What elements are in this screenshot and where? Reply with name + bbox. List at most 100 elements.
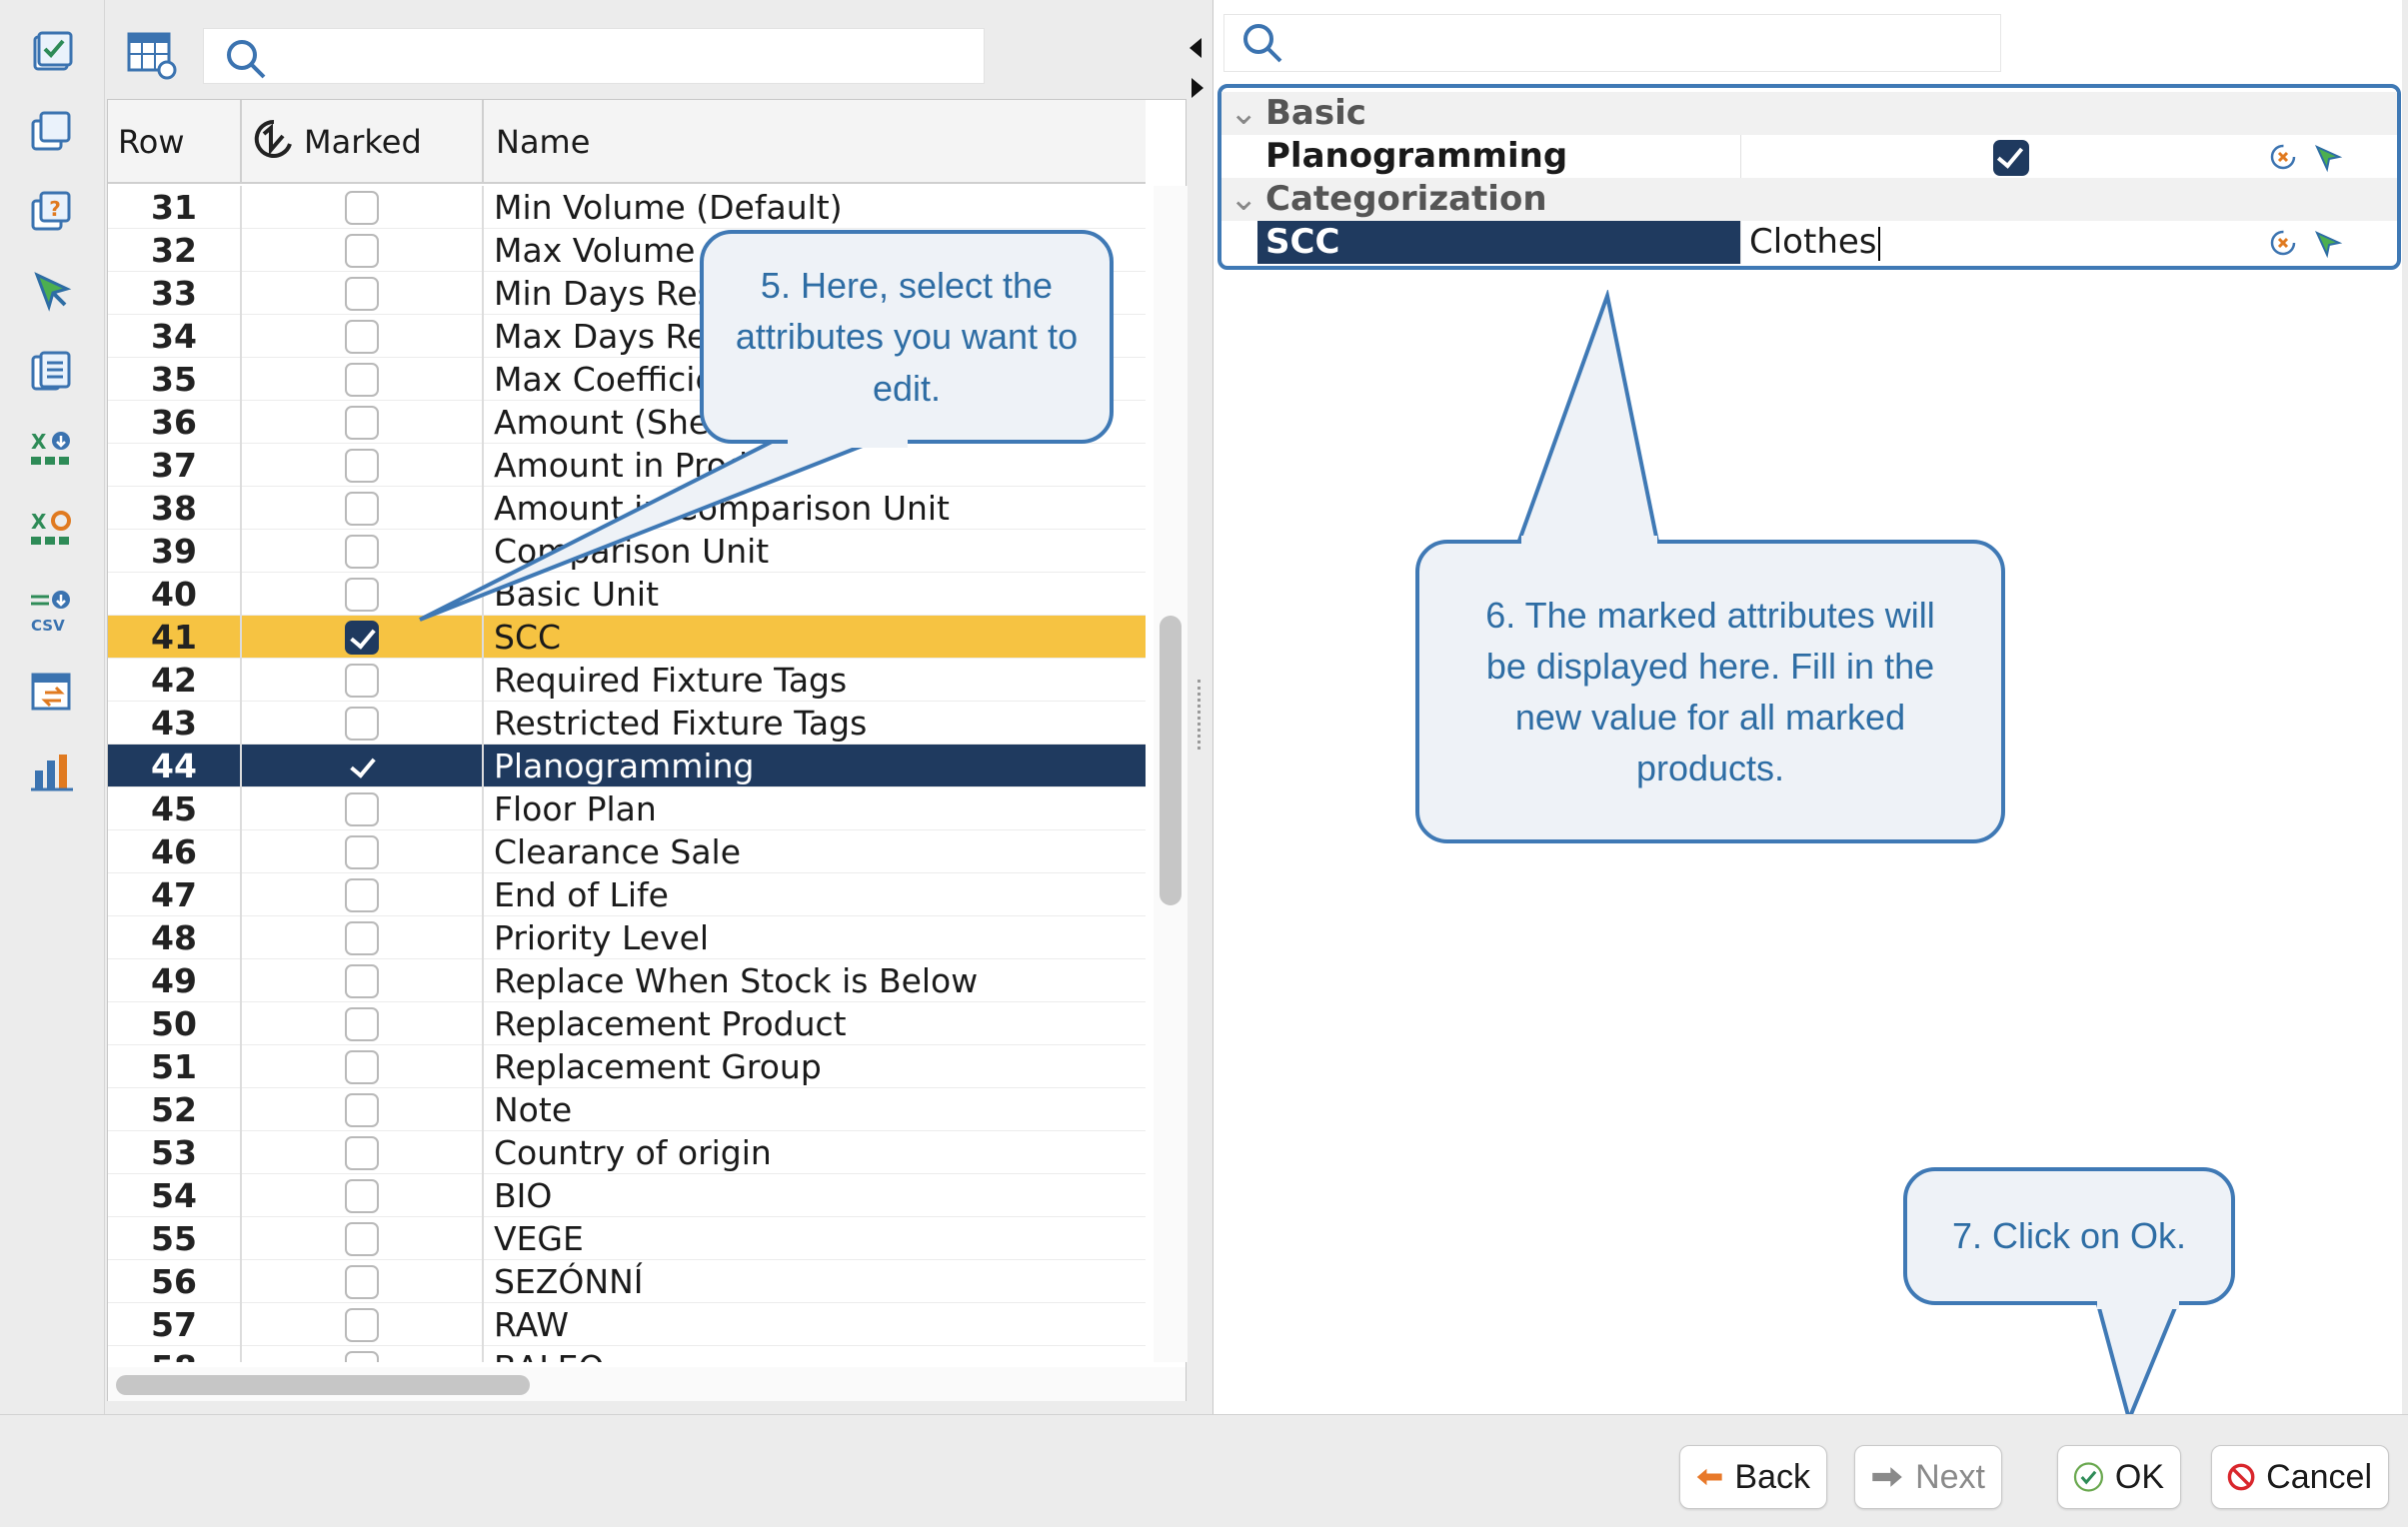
vertical-scrollbar[interactable] [1154, 186, 1188, 1362]
marked-checkbox[interactable] [345, 750, 379, 783]
marked-checkbox[interactable] [345, 578, 379, 612]
attribute-search-input[interactable] [203, 28, 985, 84]
bar-chart-icon[interactable] [22, 742, 82, 801]
table-row[interactable]: 45 Floor Plan [108, 787, 1146, 830]
marked-cell [242, 1260, 484, 1303]
table-row[interactable]: 31 Min Volume (Default) [108, 186, 1146, 229]
column-header-row[interactable]: Row [108, 100, 242, 184]
csv-import-icon[interactable]: CSV [22, 582, 82, 642]
dialog-button-bar: Back Next OK Cancel [0, 1414, 2408, 1527]
marked-checkbox[interactable] [345, 320, 379, 354]
group-header-categorization[interactable]: ⌄ Categorization [1221, 178, 2397, 221]
ok-button[interactable]: OK [2057, 1445, 2181, 1509]
property-row-scc[interactable]: SCC Clothes [1221, 221, 2397, 264]
group-header-basic[interactable]: ⌄ Basic [1221, 92, 2397, 135]
table-row[interactable]: 56 SEZÓNNÍ [108, 1260, 1146, 1303]
toggle-all-icon[interactable] [252, 116, 296, 168]
column-header-name[interactable]: Name [484, 100, 1146, 184]
marked-checkbox[interactable] [345, 535, 379, 569]
marked-checkbox[interactable] [345, 964, 379, 998]
table-row[interactable]: 54 BIO [108, 1174, 1146, 1217]
marked-cell [242, 1303, 484, 1346]
marked-checkbox[interactable] [345, 878, 379, 912]
marked-checkbox[interactable] [345, 449, 379, 483]
checklist-icon[interactable] [22, 22, 82, 82]
marked-checkbox[interactable] [345, 1093, 379, 1127]
chevron-down-icon[interactable]: ⌄ [1229, 178, 1258, 221]
reset-value-icon[interactable] [2267, 141, 2299, 173]
table-row[interactable]: 48 Priority Level [108, 916, 1146, 959]
excel-settings-icon[interactable]: X [22, 502, 82, 562]
chevron-down-icon[interactable]: ⌄ [1229, 92, 1258, 135]
marked-checkbox[interactable] [345, 234, 379, 268]
reset-value-icon[interactable] [2267, 227, 2299, 259]
marked-checkbox[interactable] [345, 921, 379, 955]
table-row[interactable]: 49 Replace When Stock is Below [108, 959, 1146, 1002]
table-row[interactable]: 55 VEGE [108, 1217, 1146, 1260]
attribute-name: SCC [494, 618, 562, 657]
table-row[interactable]: 57 RAW [108, 1303, 1146, 1346]
marked-checkbox[interactable] [345, 1136, 379, 1170]
table-row[interactable]: 38 Amount in Comparison Unit [108, 487, 1146, 530]
marked-checkbox[interactable] [345, 1179, 379, 1213]
table-row[interactable]: 52 Note [108, 1088, 1146, 1131]
marked-checkbox[interactable] [345, 363, 379, 397]
back-button[interactable]: Back [1679, 1445, 1827, 1509]
table-row[interactable]: 50 Replacement Product [108, 1002, 1146, 1045]
marked-checkbox[interactable] [345, 1308, 379, 1342]
marked-checkbox[interactable] [345, 492, 379, 526]
marked-checkbox[interactable] [345, 707, 379, 741]
marked-checkbox[interactable] [345, 1222, 379, 1256]
table-row[interactable]: 37 Amount in Prod [108, 444, 1146, 487]
marked-checkbox[interactable] [345, 277, 379, 311]
table-row[interactable]: 44 Planogramming [108, 745, 1146, 787]
marked-checkbox[interactable] [345, 664, 379, 698]
table-row[interactable]: 42 Required Fixture Tags [108, 659, 1146, 702]
help-window-icon[interactable]: ? [22, 182, 82, 242]
property-row-planogramming[interactable]: Planogramming [1221, 135, 2397, 178]
marked-checkbox[interactable] [345, 191, 379, 225]
dialog-window: ? X X CSV Row Marked Name 31 Min Volume … [0, 0, 2408, 1527]
table-row[interactable]: 40 Basic Unit [108, 573, 1146, 616]
marked-cell [242, 959, 484, 1002]
table-row[interactable]: 39 Comparison Unit [108, 530, 1146, 573]
next-button[interactable]: Next [1854, 1445, 2002, 1509]
table-row[interactable]: 53 Country of origin [108, 1131, 1146, 1174]
excel-import-icon[interactable]: X [22, 422, 82, 482]
column-header-marked[interactable]: Marked [242, 100, 484, 184]
marked-checkbox[interactable] [345, 792, 379, 826]
attribute-name: Planogramming [494, 747, 755, 785]
planogramming-checkbox[interactable] [1993, 140, 2029, 176]
list-toolbar [105, 0, 1185, 100]
table-transfer-icon[interactable] [22, 662, 82, 722]
splitter-arrows-icon[interactable] [1186, 34, 1207, 114]
property-value[interactable] [1743, 135, 2315, 178]
documents-icon[interactable] [22, 342, 82, 402]
marked-checkbox[interactable] [345, 835, 379, 869]
scrollbar-thumb[interactable] [1160, 616, 1182, 905]
table-row[interactable]: 58 BALEO [108, 1346, 1146, 1362]
copy-window-icon[interactable] [22, 102, 82, 162]
scc-value-input[interactable]: Clothes [1743, 221, 2315, 264]
table-row[interactable]: 41 SCC [108, 616, 1146, 659]
marked-checkbox[interactable] [345, 1351, 379, 1362]
pick-value-icon[interactable] [2311, 141, 2343, 173]
marked-checkbox[interactable] [345, 1050, 379, 1084]
marked-checkbox[interactable] [345, 406, 379, 440]
marked-checkbox[interactable] [345, 1265, 379, 1299]
table-row[interactable]: 46 Clearance Sale [108, 830, 1146, 873]
pick-value-icon[interactable] [2311, 227, 2343, 259]
table-row[interactable]: 51 Replacement Group [108, 1045, 1146, 1088]
table-settings-icon[interactable] [125, 28, 179, 82]
table-row[interactable]: 47 End of Life [108, 873, 1146, 916]
table-row[interactable]: 43 Restricted Fixture Tags [108, 702, 1146, 745]
splitter-handle[interactable] [1198, 680, 1202, 750]
marked-checkbox[interactable] [345, 1007, 379, 1041]
horizontal-scrollbar[interactable] [108, 1367, 1186, 1401]
cursor-select-icon[interactable] [22, 262, 82, 322]
row-number: 38 [108, 487, 242, 530]
scrollbar-thumb[interactable] [116, 1375, 530, 1395]
property-search-input[interactable] [1223, 14, 2001, 72]
marked-checkbox[interactable] [345, 621, 379, 655]
cancel-button[interactable]: Cancel [2211, 1445, 2389, 1509]
